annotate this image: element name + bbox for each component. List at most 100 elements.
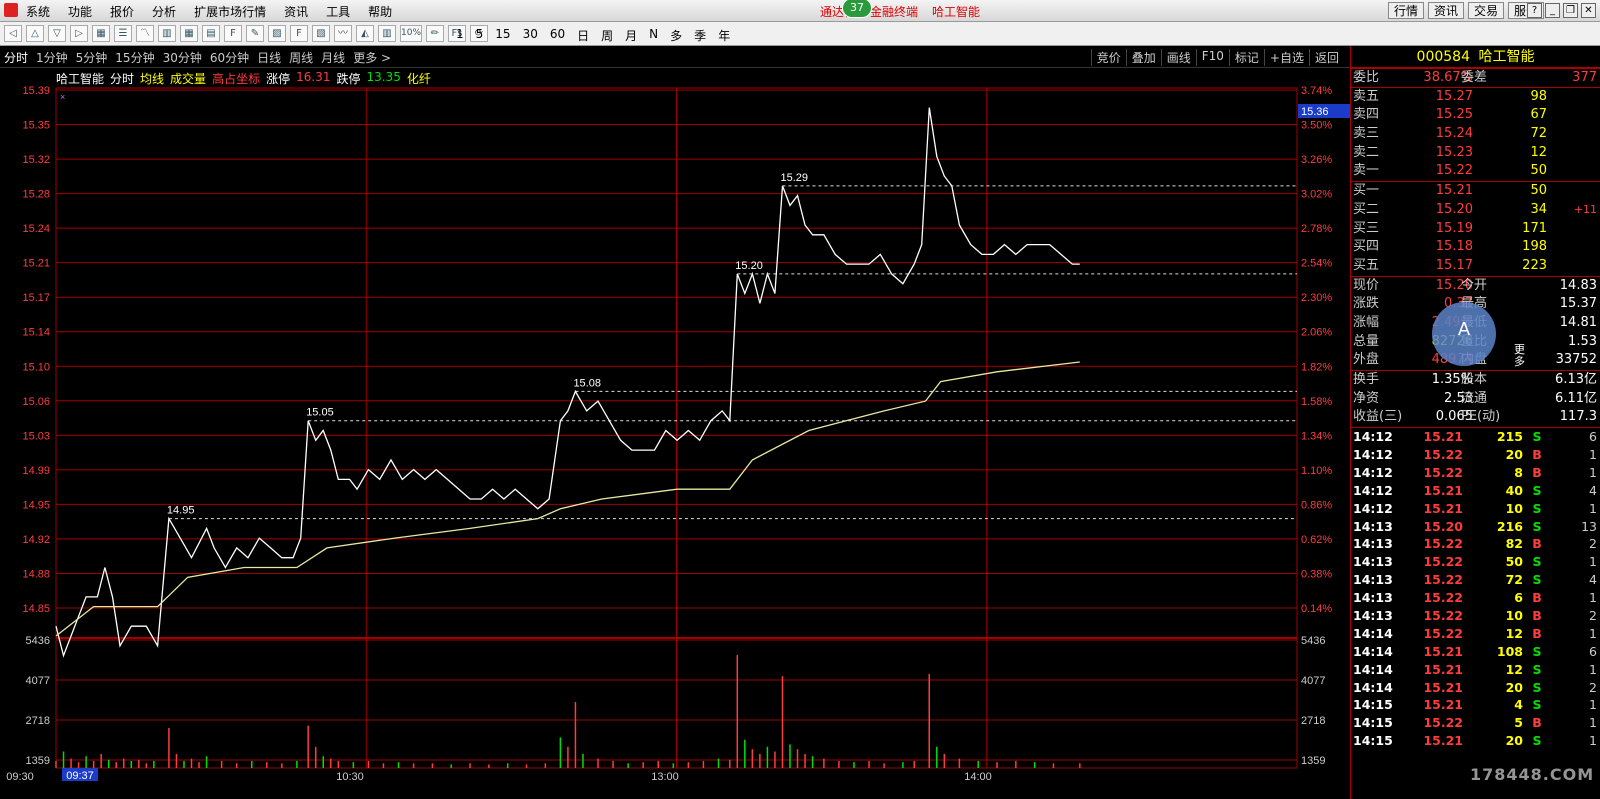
help-icon[interactable]: ? — [1527, 3, 1542, 18]
chart-icon[interactable]: ▨ — [268, 25, 286, 42]
tick-time: 14:12 — [1353, 464, 1393, 480]
floating-assistant-icon[interactable]: A 更多 — [1432, 302, 1525, 368]
chart-action-tab[interactable]: +自选 — [1263, 49, 1309, 66]
bars-icon[interactable]: ▥ — [378, 25, 396, 42]
chart-action-tab[interactable]: 画线 — [1160, 49, 1196, 66]
stat2-row: 收益(三) 0.065 PE(动) 117.3 — [1351, 408, 1600, 427]
period-shortcut[interactable]: 1 — [456, 27, 464, 44]
volume-tick-label: 2718 — [26, 715, 50, 727]
tick-row: 14:14 15.22 12 B 1 — [1351, 625, 1600, 643]
period-shortcut[interactable]: N — [649, 27, 658, 44]
line-chart-icon[interactable]: 〽 — [136, 25, 154, 42]
tick-volume: 20 — [1505, 446, 1523, 462]
menu-item[interactable]: 帮助 — [368, 3, 392, 20]
title-stock: 哈工智能 — [932, 5, 981, 19]
top-button[interactable]: 资讯 — [1427, 2, 1464, 19]
assistant-letter: A — [1457, 319, 1471, 340]
period-tab[interactable]: 周线 — [289, 49, 313, 66]
tick-side: B — [1532, 607, 1542, 623]
fund-icon[interactable]: F — [290, 25, 308, 42]
down-icon[interactable]: ▽ — [48, 25, 66, 42]
up-icon[interactable]: △ — [26, 25, 44, 42]
period-tab[interactable]: 1分钟 — [36, 49, 68, 66]
grid2-icon[interactable]: ▦ — [180, 25, 198, 42]
period-tab[interactable]: 30分钟 — [163, 49, 202, 66]
close-icon[interactable]: ✕ — [1581, 3, 1596, 18]
menu-item[interactable]: 分析 — [152, 3, 176, 20]
tick-time: 14:13 — [1353, 536, 1393, 552]
chart-canvas[interactable]: 15.39 3.74% 15.35 3.50% 15.32 3.26% 15.28 3.02%… — [0, 68, 1350, 799]
bid-volume: 198 — [1522, 239, 1547, 255]
period-tab[interactable]: 15分钟 — [115, 49, 154, 66]
annotation-label: 14.95 — [167, 505, 195, 517]
period-tab[interactable]: 60分钟 — [210, 49, 249, 66]
restore-icon[interactable]: ❐ — [1563, 3, 1578, 18]
price-tick-label: 15.17 — [22, 292, 50, 304]
pencil-icon[interactable]: ✏ — [426, 25, 444, 42]
candlestick-icon[interactable]: ▥ — [158, 25, 176, 42]
menu-item[interactable]: 功能 — [68, 3, 92, 20]
tick-side: B — [1532, 715, 1542, 731]
tick-time: 14:12 — [1353, 429, 1393, 445]
price-tick-label: 14.95 — [22, 499, 50, 511]
list-icon[interactable]: ☰ — [114, 25, 132, 42]
sector-label[interactable]: 化纤 — [407, 70, 431, 87]
menu-item[interactable]: 系统 — [26, 3, 50, 20]
period-tab[interactable]: 日线 — [257, 49, 281, 66]
intraday-chart[interactable]: 15.39 3.74% 15.35 3.50% 15.32 3.26% 15.28 3.02%… — [0, 68, 1350, 799]
tick-price: 15.21 — [1423, 733, 1463, 749]
tick-price: 15.22 — [1423, 446, 1463, 462]
notification-badge[interactable]: 37 — [842, 0, 872, 18]
period-tab[interactable]: 更多 > — [353, 49, 391, 66]
tools-icon[interactable]: ✎ — [246, 25, 264, 42]
period-shortcut[interactable]: 多 — [670, 27, 682, 44]
volume-tick-label-right: 1359 — [1301, 755, 1325, 767]
tick-price: 15.22 — [1423, 554, 1463, 570]
bid-volume: 34 — [1530, 201, 1547, 217]
percent-icon[interactable]: 10% — [400, 25, 422, 42]
top-button[interactable]: 交易 — [1467, 2, 1504, 19]
period-shortcut[interactable]: 60 — [550, 27, 565, 44]
chart-action-tab[interactable]: 返回 — [1308, 49, 1344, 66]
period-shortcut[interactable]: 15 — [495, 27, 510, 44]
more-label[interactable]: 更多 — [1514, 344, 1525, 368]
period-tab[interactable]: 5分钟 — [76, 49, 108, 66]
period-shortcut[interactable]: 日 — [577, 27, 589, 44]
period-tab[interactable]: 月线 — [321, 49, 345, 66]
analysis-icon[interactable]: ▧ — [312, 25, 330, 42]
period-shortcut[interactable]: 30 — [523, 27, 538, 44]
tick-side: B — [1532, 625, 1542, 641]
hlc-label[interactable]: 高占坐标 — [212, 70, 260, 87]
menu-item[interactable]: 资讯 — [284, 3, 308, 20]
chart-action-tab[interactable]: 竞价 — [1090, 49, 1126, 66]
forward-icon[interactable]: ▷ — [70, 25, 88, 42]
price-tick-label: 14.92 — [22, 534, 50, 546]
f10-icon[interactable]: F — [224, 25, 242, 42]
period-tab[interactable]: 分时 — [4, 49, 28, 66]
period-shortcut[interactable]: 年 — [718, 27, 730, 44]
menu-item[interactable]: 工具 — [326, 3, 350, 20]
area-icon[interactable]: ◭ — [356, 25, 374, 42]
chart-action-tab[interactable]: 叠加 — [1125, 49, 1161, 66]
menu-item[interactable]: 扩展市场行情 — [194, 3, 266, 20]
pct-tick-label: 1.58% — [1301, 396, 1332, 408]
chart-action-tab[interactable]: F10 — [1195, 49, 1229, 66]
tick-price: 15.20 — [1423, 518, 1463, 534]
period-shortcut[interactable]: 季 — [694, 27, 706, 44]
chart-action-tab[interactable]: 标记 — [1228, 49, 1264, 66]
back-icon[interactable]: ◁ — [4, 25, 22, 42]
table-icon[interactable]: ▤ — [202, 25, 220, 42]
wave-icon[interactable]: 〰 — [334, 25, 352, 42]
tick-count: 1 — [1589, 554, 1597, 570]
minimize-icon[interactable]: _ — [1545, 3, 1560, 18]
tick-count: 2 — [1589, 607, 1597, 623]
period-shortcut[interactable]: 月 — [625, 27, 637, 44]
tick-list: 14:12 15.21 215 S 6 14:12 15.22 20 B 1 14:12 15.22 8… — [1351, 427, 1600, 750]
top-button[interactable]: 行情 — [1387, 2, 1424, 19]
grid-icon[interactable]: ▦ — [92, 25, 110, 42]
period-shortcut[interactable]: 5 — [476, 27, 484, 44]
menu-item[interactable]: 报价 — [110, 3, 134, 20]
tick-count: 4 — [1589, 482, 1597, 498]
period-shortcut[interactable]: 周 — [601, 27, 613, 44]
ask-volume: 50 — [1530, 163, 1547, 179]
